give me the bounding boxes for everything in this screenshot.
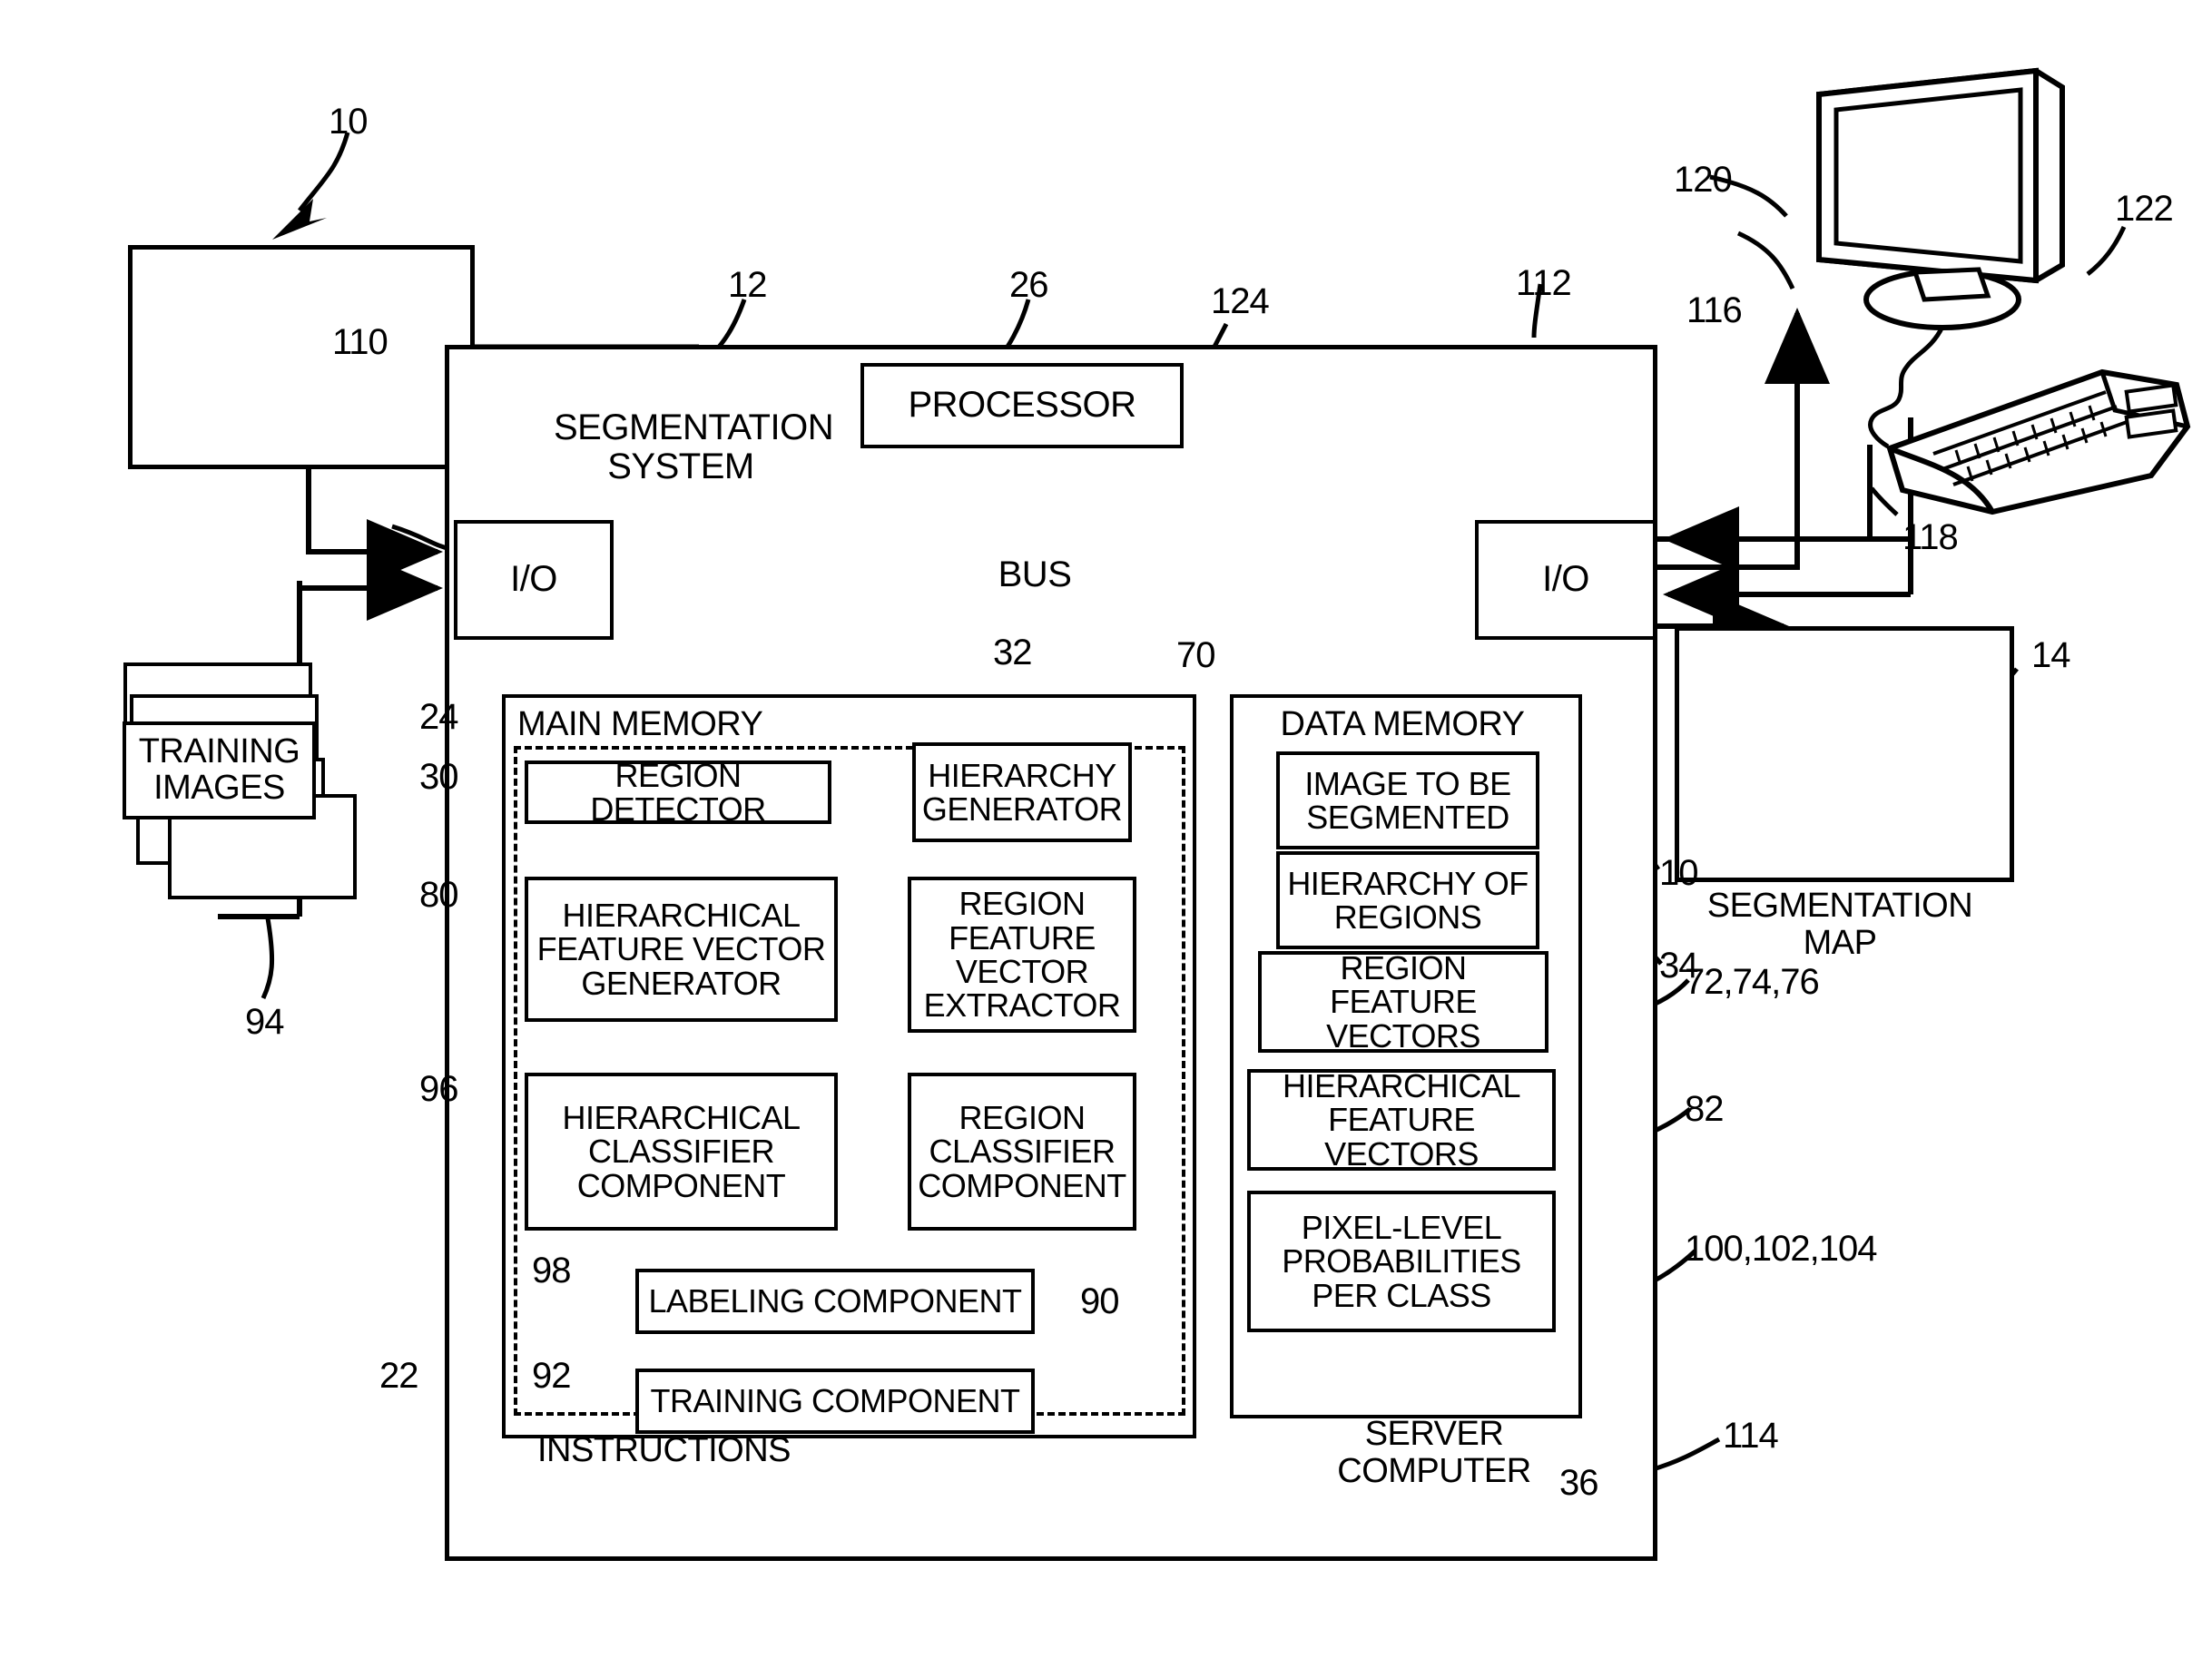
io-left-label: I/O [510,559,557,600]
segmentation-map-caption: SEGMENTATION MAP [1706,887,1973,963]
keyboard-icon [1886,368,2191,515]
ref-32: 32 [993,633,1032,672]
ref-82: 82 [1685,1089,1724,1129]
training-component-label: TRAINING COMPONENT [650,1382,1020,1420]
ref-98: 98 [532,1251,571,1290]
monitor-icon [1816,67,2065,330]
ref-10-image: 10 [1659,853,1698,893]
io-right-box: I/O [1475,520,1657,640]
ref-92: 92 [532,1356,571,1396]
pixel-level-probabilities-box: PIXEL-LEVEL PROBABILITIES PER CLASS [1247,1191,1556,1332]
region-feature-vector-extractor-box: REGION FEATURE VECTOR EXTRACTOR [908,877,1136,1033]
hierarchy-of-regions-box: HIERARCHY OF REGIONS [1276,851,1539,949]
ref-122: 122 [2115,189,2174,229]
io-left-box: I/O [454,520,614,640]
region-feature-vectors-box: REGION FEATURE VECTORS [1258,951,1548,1053]
ref-110: 110 [332,322,388,362]
hierarchy-generator-label: HIERARCHY GENERATOR [921,756,1123,828]
patent-figure: TRAINING IMAGES SEGMENTATION SYSTEM PROC… [0,0,2212,1668]
labeling-component-label: LABELING COMPONENT [648,1282,1022,1320]
hierarchical-classifier-component-label: HIERARCHICAL CLASSIFIER COMPONENT [562,1098,801,1204]
ref-124: 124 [1211,281,1270,321]
data-memory-label: DATA MEMORY [1280,705,1525,743]
ref-26: 26 [1009,265,1048,305]
ref-94: 94 [245,1002,284,1042]
main-memory-label: MAIN MEMORY [517,705,763,743]
ref-80: 80 [419,875,458,915]
training-images-box: TRAINING IMAGES [123,721,316,819]
ref-12: 12 [728,265,767,305]
io-right-label: I/O [1542,559,1589,600]
hierarchical-classifier-component-box: HIERARCHICAL CLASSIFIER COMPONENT [525,1073,838,1231]
ref-96: 96 [419,1069,458,1109]
ref-36: 36 [1559,1463,1598,1503]
server-computer-label: SERVER COMPUTER [1337,1415,1531,1491]
ref-116: 116 [1686,290,1743,330]
ref-118: 118 [1902,517,1959,557]
region-classifier-component-label: REGION CLASSIFIER COMPONENT [918,1098,1126,1204]
ref-14: 14 [2031,635,2070,675]
labeling-component-box: LABELING COMPONENT [635,1269,1035,1334]
hierarchical-feature-vectors-label: HIERARCHICAL FEATURE VECTORS [1282,1066,1521,1173]
ref-10-system: 10 [329,102,368,142]
region-detector-label: REGION DETECTOR [590,756,766,828]
processor-box: PROCESSOR [860,363,1184,448]
hierarchy-generator-box: HIERARCHY GENERATOR [912,742,1132,842]
region-classifier-component-box: REGION CLASSIFIER COMPONENT [908,1073,1136,1231]
hierarchical-feature-vector-generator-box: HIERARCHICAL FEATURE VECTOR GENERATOR [525,877,838,1022]
ref-90: 90 [1080,1281,1119,1321]
ref-727476: 72,74,76 [1685,962,1820,1002]
region-feature-vectors-label: REGION FEATURE VECTORS [1326,948,1480,1055]
segmentation-map-image [1675,626,2014,882]
ref-112: 112 [1516,263,1572,303]
training-component-box: TRAINING COMPONENT [635,1369,1035,1434]
ref-30: 30 [419,757,458,797]
ref-70: 70 [1176,635,1215,675]
ref-22: 22 [379,1356,418,1396]
hierarchy-of-regions-label: HIERARCHY OF REGIONS [1287,864,1529,936]
instructions-label: INSTRUCTIONS [537,1431,791,1469]
ref-24: 24 [419,697,458,737]
source-image-photo [128,245,475,469]
hierarchical-feature-vector-generator-label: HIERARCHICAL FEATURE VECTOR GENERATOR [536,896,826,1002]
image-to-be-segmented-label: IMAGE TO BE SEGMENTED [1304,764,1511,836]
image-to-be-segmented-box: IMAGE TO BE SEGMENTED [1276,751,1539,849]
ref-120: 120 [1674,160,1733,200]
hierarchical-feature-vectors-box: HIERARCHICAL FEATURE VECTORS [1247,1069,1556,1171]
processor-label: PROCESSOR [908,385,1136,426]
training-images-label: TRAINING IMAGES [138,732,300,807]
ref-100102104: 100,102,104 [1685,1229,1877,1269]
region-detector-box: REGION DETECTOR [525,756,831,828]
pixel-level-probabilities-label: PIXEL-LEVEL PROBABILITIES PER CLASS [1282,1208,1521,1314]
segmentation-system-title: SEGMENTATION SYSTEM [554,407,834,487]
region-feature-vector-extractor-label: REGION FEATURE VECTOR EXTRACTOR [923,885,1121,1025]
bus-label: BUS [998,554,1072,594]
ref-114: 114 [1723,1416,1779,1456]
